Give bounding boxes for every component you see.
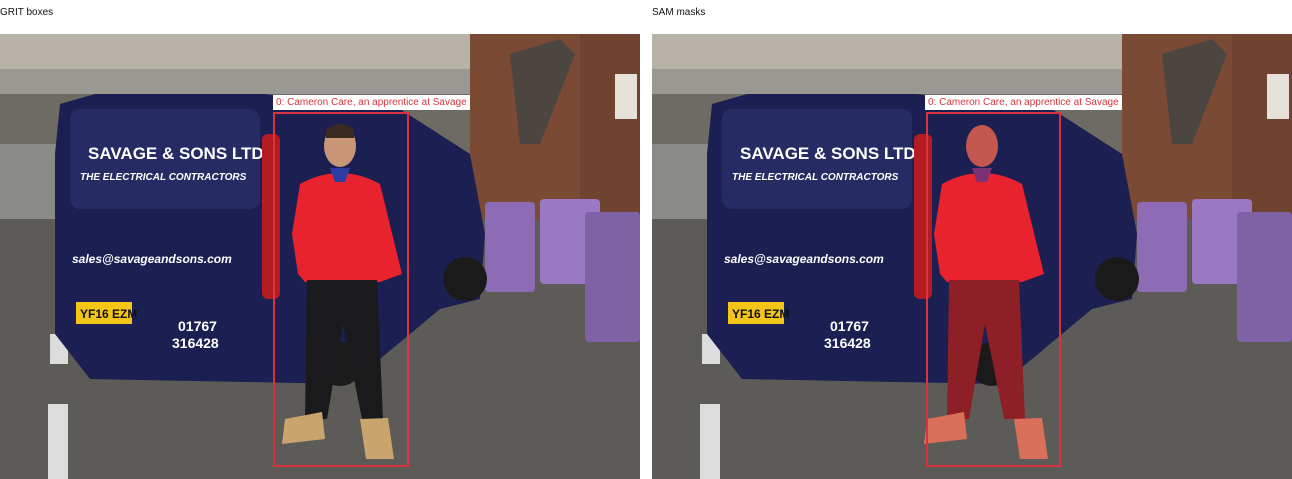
license-plate-text: YF16 EZM [732, 307, 789, 321]
van-email-text: sales@savageandsons.com [724, 252, 884, 266]
van-phone-line2: 316428 [824, 335, 871, 351]
van-wheel [443, 257, 487, 301]
van-email-text: sales@savageandsons.com [72, 252, 232, 266]
van-phone-line1: 01767 [830, 318, 869, 334]
van-phone-line2: 316428 [172, 335, 219, 351]
right-panel-title: SAM masks [652, 7, 706, 18]
road-marking-2 [700, 404, 720, 479]
fence-cage [652, 144, 712, 219]
wall-sign [1267, 74, 1289, 119]
road-marking-2 [48, 404, 68, 479]
detection-label: 0: Cameron Care, an apprentice at Savage [925, 95, 1122, 110]
van-tagline-text: THE ELECTRICAL CONTRACTORS [80, 172, 247, 183]
sam-masks-panel: SAVAGE & SONS LTD THE ELECTRICAL CONTRAC… [652, 34, 1292, 479]
detection-box [273, 112, 409, 467]
wheelie-bin [1137, 202, 1187, 292]
van-tagline-text: THE ELECTRICAL CONTRACTORS [732, 172, 899, 183]
fence-cage [0, 144, 60, 219]
grit-boxes-panel: SAVAGE & SONS LTD THE ELECTRICAL CONTRAC… [0, 34, 640, 479]
van-brand-text: SAVAGE & SONS LTD [88, 144, 264, 163]
wall-sign [615, 74, 637, 119]
wheelie-bin-3 [1237, 212, 1292, 342]
van-brand-text: SAVAGE & SONS LTD [740, 144, 916, 163]
detection-label: 0: Cameron Care, an apprentice at Savage [273, 95, 470, 110]
wheelie-bin [485, 202, 535, 292]
detection-box [926, 112, 1061, 467]
left-panel-title: GRIT boxes [0, 7, 54, 18]
license-plate-text: YF16 EZM [80, 307, 137, 321]
van-phone-line1: 01767 [178, 318, 217, 334]
wheelie-bin-3 [585, 212, 640, 342]
van-wheel [1095, 257, 1139, 301]
